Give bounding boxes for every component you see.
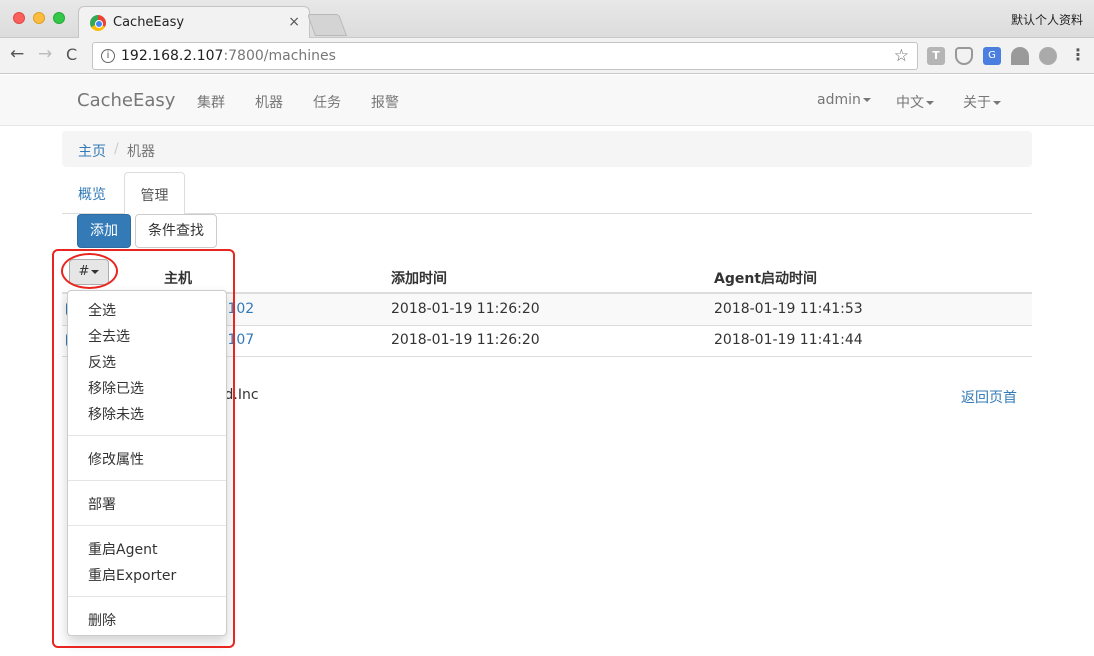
browser-titlebar: CacheEasy × 默认个人资料 — [0, 0, 1094, 39]
address-bar[interactable]: i 192.168.2.107:7800/machines ☆ — [92, 42, 918, 70]
add-machine-button[interactable]: 添加 — [77, 214, 131, 248]
about-menu[interactable]: 关于 — [963, 92, 1001, 112]
conditional-search-button[interactable]: 条件查找 — [135, 214, 217, 248]
reload-icon[interactable]: C — [66, 45, 77, 64]
breadcrumb-home[interactable]: 主页 — [78, 141, 106, 161]
extension-arch-icon[interactable] — [1011, 47, 1029, 65]
extension-shield-icon[interactable] — [955, 47, 973, 65]
nav-machines[interactable]: 机器 — [255, 92, 283, 112]
forward-arrow-icon[interactable]: → — [38, 44, 52, 64]
added-time-cell: 2018-01-19 11:26:20 — [391, 332, 540, 348]
close-tab-icon[interactable]: × — [288, 14, 300, 30]
maximize-window-button[interactable] — [53, 12, 65, 24]
chevron-down-icon — [862, 98, 871, 102]
highlight-oval — [61, 253, 118, 289]
app-navbar: CacheEasy 集群 机器 任务 报警 admin 中文 关于 — [0, 75, 1094, 126]
agent-start-time-cell: 2018-01-19 11:41:44 — [714, 332, 863, 348]
info-icon[interactable]: i — [101, 49, 115, 63]
agent-start-time-cell: 2018-01-19 11:41:53 — [714, 301, 863, 317]
translate-icon[interactable]: G — [983, 47, 1001, 65]
tab-overview[interactable]: 概览 — [78, 184, 106, 204]
bookmark-star-icon[interactable]: ☆ — [894, 46, 909, 66]
browser-tab-title: CacheEasy — [113, 15, 185, 30]
url-text[interactable]: 192.168.2.107:7800/machines — [121, 48, 336, 64]
highlight-rectangle — [52, 249, 235, 648]
back-to-top-link[interactable]: 返回页首 — [961, 387, 1017, 407]
added-time-cell: 2018-01-19 11:26:20 — [391, 301, 540, 317]
profile-label[interactable]: 默认个人资料 — [1011, 11, 1083, 28]
browser-tab[interactable]: CacheEasy × — [78, 6, 310, 39]
user-menu[interactable]: admin — [817, 92, 871, 108]
brand-logo[interactable]: CacheEasy — [77, 90, 175, 111]
nav-cluster[interactable]: 集群 — [197, 92, 225, 112]
favicon-icon — [90, 15, 106, 31]
back-arrow-icon[interactable]: ← — [10, 44, 24, 64]
new-tab-button[interactable] — [306, 14, 348, 36]
extension-globe-icon[interactable] — [1039, 47, 1057, 65]
breadcrumb-separator: / — [114, 141, 119, 157]
column-header-added-time: 添加时间 — [391, 271, 447, 287]
extension-t-icon[interactable]: T — [927, 47, 945, 65]
language-menu[interactable]: 中文 — [896, 92, 934, 112]
tab-manage[interactable]: 管理 — [124, 172, 185, 215]
chevron-down-icon — [926, 101, 934, 105]
breadcrumb-current: 机器 — [127, 144, 155, 160]
browser-menu-icon[interactable]: ⋮ — [1070, 45, 1086, 64]
browser-toolbar: ← → C i 192.168.2.107:7800/machines ☆ T … — [0, 38, 1094, 74]
breadcrumb: 主页 / 机器 — [62, 131, 1032, 167]
nav-alerts[interactable]: 报警 — [371, 92, 399, 112]
close-window-button[interactable] — [13, 12, 25, 24]
column-header-agent-start-time: Agent启动时间 — [714, 271, 818, 287]
minimize-window-button[interactable] — [33, 12, 45, 24]
page-tabs: 概览 管理 — [62, 172, 1032, 215]
nav-tasks[interactable]: 任务 — [313, 92, 341, 112]
chevron-down-icon — [993, 101, 1001, 105]
